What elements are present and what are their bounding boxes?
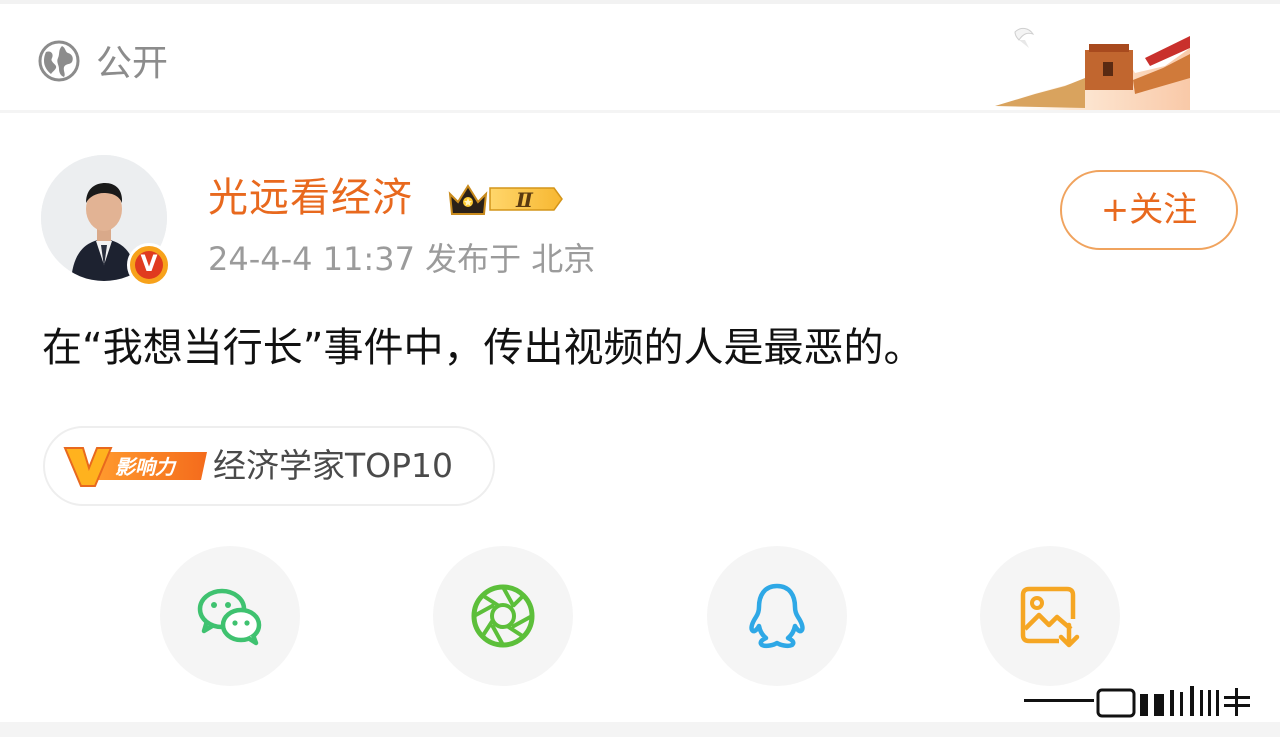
visibility-label[interactable]: 公开: [96, 40, 168, 88]
moments-icon: [471, 584, 535, 648]
member-level-text: Ⅱ: [515, 188, 534, 212]
qq-icon: [749, 583, 805, 649]
share-wechat-button[interactable]: [160, 546, 300, 686]
follow-button[interactable]: +关注: [1060, 170, 1238, 250]
author-name[interactable]: 光远看经济: [208, 170, 413, 226]
share-moments-button[interactable]: [433, 546, 573, 686]
post-meta: 24-4-4 11:37 发布于 北京: [208, 236, 595, 282]
influence-tag[interactable]: 影响力 经济学家TOP10: [43, 426, 495, 506]
bottom-band: [0, 722, 1280, 737]
influence-tag-text: 经济学家TOP10: [213, 446, 454, 485]
post-content: 在“我想当行长”事件中，传出视频的人是最恶的。: [42, 325, 924, 371]
verified-v-icon: V: [127, 243, 171, 287]
save-image-button[interactable]: [980, 546, 1120, 686]
post-location: 发布于 北京: [425, 240, 596, 278]
header-divider: [0, 110, 1280, 113]
wechat-icon: [197, 588, 262, 646]
share-qq-button[interactable]: [707, 546, 847, 686]
watermark-logo: [1024, 686, 1250, 718]
member-crown-badge: Ⅱ: [448, 184, 563, 215]
globe-icon: [38, 40, 80, 82]
influence-badge-label: 影响力: [115, 455, 177, 479]
save-image-icon: [1020, 586, 1080, 648]
post-header-bar: 公开: [0, 4, 1280, 110]
post-timestamp: 24-4-4 11:37: [208, 240, 415, 278]
great-wall-decoration: [990, 27, 1190, 110]
